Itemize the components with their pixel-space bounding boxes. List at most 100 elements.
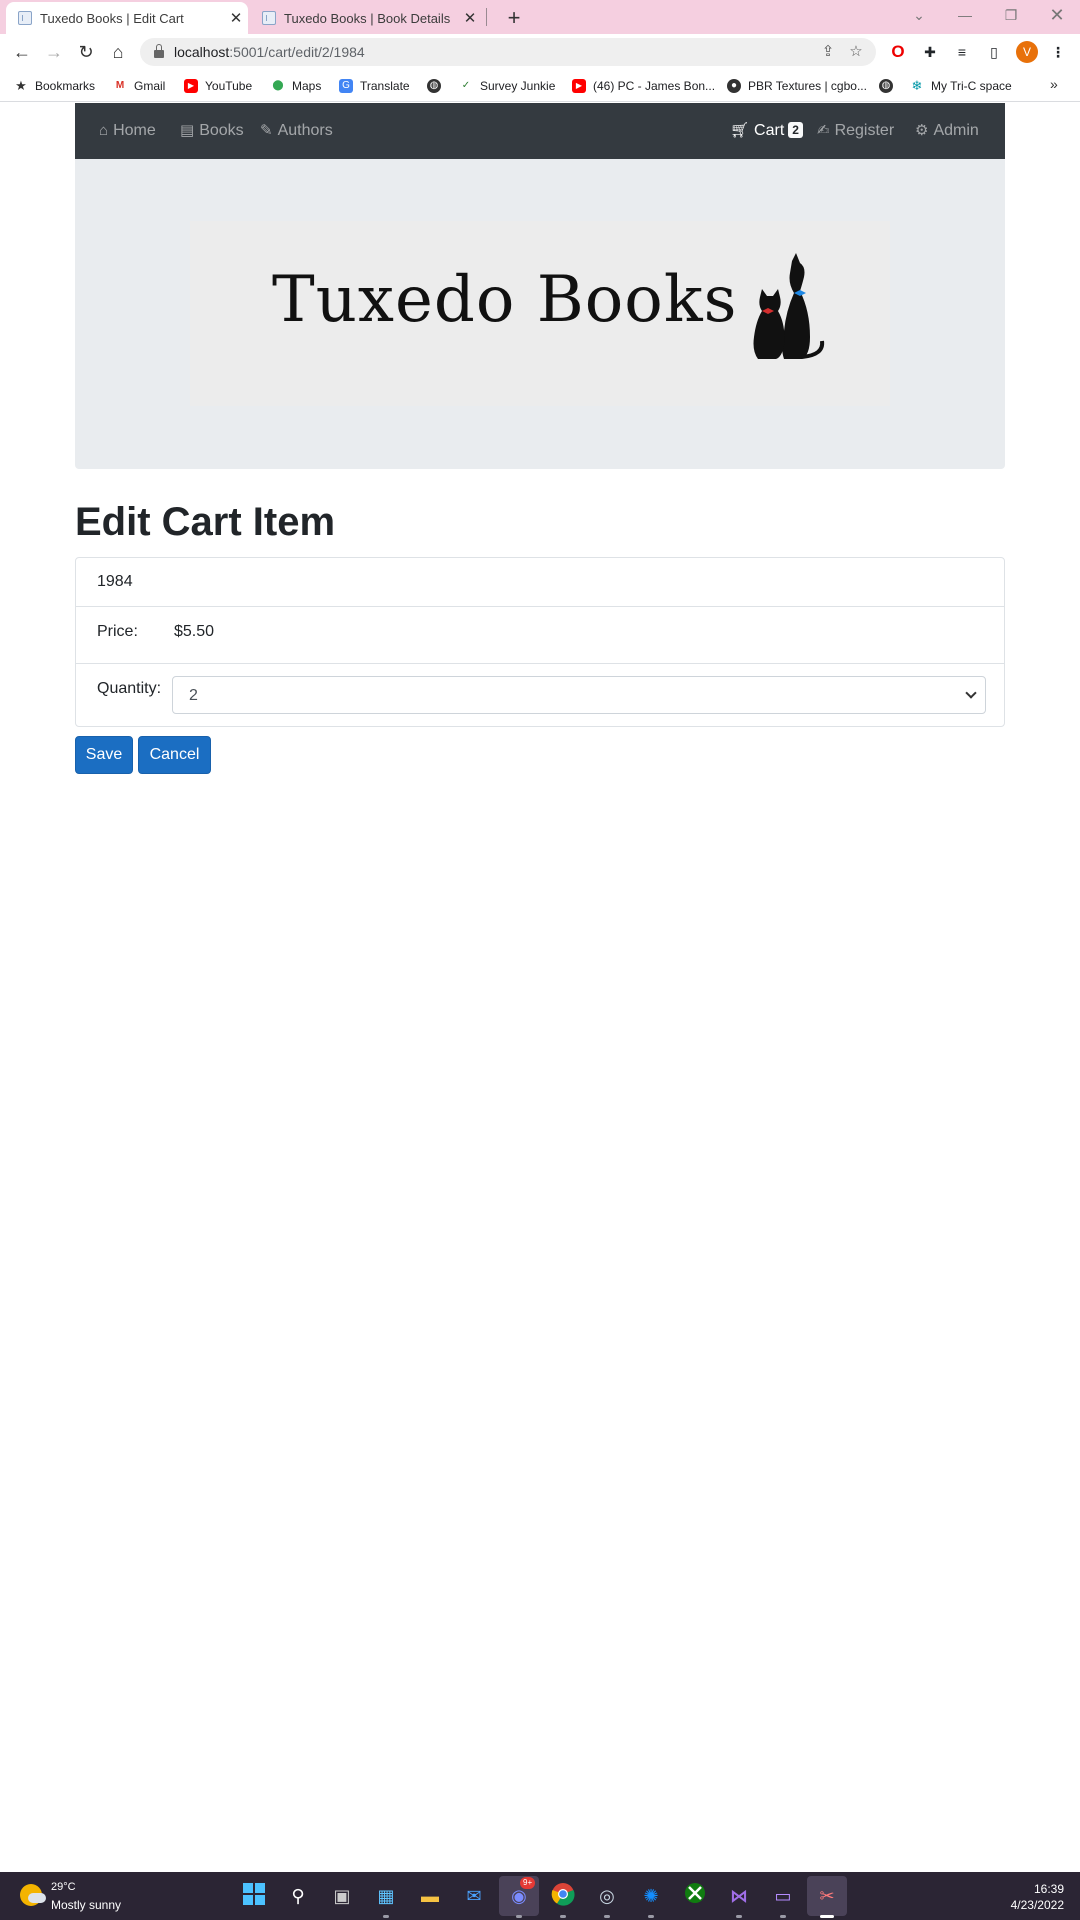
edit-icon: ✍ [817, 122, 830, 139]
opera-extension-icon[interactable]: O [886, 40, 910, 64]
nav-admin[interactable]: ⚙ Admin [915, 103, 979, 159]
palette-icon: ● [727, 79, 741, 93]
running-indicator [560, 1915, 566, 1918]
translate-icon: G [339, 79, 353, 93]
minimize-button[interactable]: — [942, 0, 988, 30]
browser-toolbar: ← → ↻ ⌂ localhost:5001/cart/edit/2/1984 … [0, 34, 1080, 70]
search-icon[interactable]: ⚲ [284, 1882, 312, 1910]
bookmarks-bar: ★ Bookmarks M Gmail ▶ YouTube ⬤ Maps G Transl… [0, 70, 1080, 102]
task-view-icon[interactable]: ▣ [328, 1882, 356, 1910]
tab-book-details[interactable]: Tuxedo Books | Book Details ✕ [250, 2, 482, 34]
tab-title: Tuxedo Books | Edit Cart [40, 10, 184, 26]
book-title-row: 1984 [76, 558, 1004, 607]
bookmark-bookmarks[interactable]: ★ Bookmarks [14, 77, 95, 95]
feather-icon: ✎ [260, 122, 273, 139]
site-navbar: ⌂ Home ▤ Books ✎ Authors 🛒︎ Cart 2 ✍ Register … [75, 103, 1005, 159]
system-clock[interactable]: 16:39 4/23/2022 [1011, 1881, 1064, 1913]
tri-c-icon: ❄ [911, 78, 923, 93]
chevron-down-icon [965, 687, 977, 699]
clock-time: 16:39 [1033, 1882, 1064, 1896]
bookmark-tri-c[interactable]: ❄ My Tri-C space [910, 77, 1012, 95]
tab-edit-cart[interactable]: Tuxedo Books | Edit Cart ✕ [6, 2, 248, 34]
xbox-icon[interactable] [681, 1882, 709, 1910]
snipping-tool-icon[interactable]: ✂ [813, 1882, 841, 1910]
cancel-button[interactable]: Cancel [138, 736, 211, 774]
bookmark-youtube-james-bond[interactable]: ▶ (46) PC - James Bon... [572, 77, 715, 95]
page-favicon-icon [18, 11, 32, 25]
terminal-icon[interactable]: ▭ [769, 1882, 797, 1910]
home-icon: ⌂ [99, 122, 109, 139]
save-button[interactable]: Save [75, 736, 133, 774]
close-icon[interactable]: ✕ [224, 9, 248, 27]
page-favicon-icon [262, 11, 276, 25]
running-indicator [516, 1915, 522, 1918]
price-label: Price: [97, 623, 138, 640]
side-panel-icon[interactable]: ▯ [982, 40, 1006, 64]
steam-icon[interactable]: ◎ [593, 1882, 621, 1910]
price-value: $5.50 [174, 623, 215, 640]
restore-button[interactable]: ❐ [988, 0, 1034, 30]
windows-taskbar: 29°C Mostly sunny ⚲ ▣ ▦ ▬ ✉ ◉ 9+ ◎ ✺ ⋈ ▭… [0, 1872, 1080, 1920]
more-menu-icon[interactable]: ⋮ [1046, 40, 1070, 64]
bookmark-maps[interactable]: ⬤ Maps [271, 77, 321, 95]
gear-icon: ⚙ [915, 122, 929, 139]
address-bar[interactable]: localhost:5001/cart/edit/2/1984 ⇪ ☆ [140, 38, 876, 66]
tab-search-chevron-icon[interactable]: ⌄ [896, 0, 942, 30]
banner-text: Tuxedo Books [272, 263, 738, 337]
bookmark-globe-2[interactable]: ◍ [879, 77, 900, 95]
file-explorer-icon[interactable]: ▬ [416, 1882, 444, 1910]
extensions-puzzle-icon[interactable]: ✚ [918, 40, 942, 64]
page-title: Edit Cart Item [75, 500, 336, 544]
start-windows-icon[interactable] [240, 1882, 268, 1910]
mail-icon[interactable]: ✉ [460, 1882, 488, 1910]
bookmark-globe[interactable]: ◍ [427, 77, 448, 95]
share-icon[interactable]: ⇪ [816, 38, 840, 66]
profile-avatar[interactable]: V [1016, 41, 1038, 63]
close-icon[interactable]: ✕ [458, 9, 482, 27]
price-row: Price: $5.50 [76, 607, 1004, 664]
quantity-select[interactable]: 2 [172, 676, 986, 714]
running-indicator [780, 1915, 786, 1918]
bookmark-pbr-textures[interactable]: ● PBR Textures | cgbo... [727, 77, 867, 95]
jumbotron: Tuxedo Books [75, 159, 1005, 469]
home-icon[interactable]: ⌂ [104, 38, 132, 66]
discord-notification-badge: 9+ [520, 1877, 536, 1889]
back-arrow-icon[interactable]: ← [8, 38, 36, 66]
reading-list-icon[interactable]: ≡ [950, 40, 974, 64]
quantity-label: Quantity: [97, 680, 162, 697]
bookmark-gmail[interactable]: M Gmail [113, 77, 166, 95]
globe-icon: ◍ [427, 79, 441, 93]
calculator-app-icon[interactable]: ▦ [372, 1882, 400, 1910]
visual-studio-icon[interactable]: ⋈ [725, 1882, 753, 1910]
globe-icon: ◍ [879, 79, 893, 93]
cart-item-card: 1984 Price: $5.50 Quantity: 2 [75, 557, 1005, 727]
youtube-icon: ▶ [184, 79, 198, 93]
close-window-button[interactable]: ✕ [1034, 0, 1080, 30]
nav-books[interactable]: ▤ Books [180, 103, 244, 159]
url-text[interactable]: localhost:5001/cart/edit/2/1984 [174, 44, 876, 60]
nav-cart[interactable]: 🛒︎ Cart 2 [730, 103, 803, 159]
gmail-icon: M [115, 80, 125, 91]
nav-register[interactable]: ✍ Register [817, 103, 894, 159]
battlenet-icon[interactable]: ✺ [637, 1882, 665, 1910]
bookmark-translate[interactable]: G Translate [339, 77, 410, 95]
cart-count-badge: 2 [788, 122, 803, 138]
nav-home[interactable]: ⌂ Home [99, 103, 156, 159]
nav-authors[interactable]: ✎ Authors [260, 103, 333, 159]
lock-icon[interactable] [154, 44, 164, 58]
running-indicator [736, 1915, 742, 1918]
weather-temperature[interactable]: 29°C [51, 1881, 76, 1893]
weather-description[interactable]: Mostly sunny [51, 1898, 121, 1912]
bookmark-survey-junkie[interactable]: ✓ Survey Junkie [459, 77, 556, 95]
quantity-selected-value: 2 [189, 687, 198, 704]
book-title: 1984 [97, 573, 133, 590]
new-tab-button[interactable]: + [500, 4, 528, 32]
more-bookmarks-chevron-icon[interactable]: » [1050, 76, 1058, 92]
bookmark-youtube[interactable]: ▶ YouTube [184, 77, 252, 95]
reload-icon[interactable]: ↻ [72, 38, 100, 66]
chrome-icon[interactable] [549, 1882, 577, 1910]
forward-arrow-icon[interactable]: → [40, 38, 68, 66]
bookmark-star-icon[interactable]: ☆ [844, 38, 868, 66]
weather-sun-icon[interactable] [20, 1884, 46, 1906]
tuxedo-cat-logo [753, 253, 825, 359]
